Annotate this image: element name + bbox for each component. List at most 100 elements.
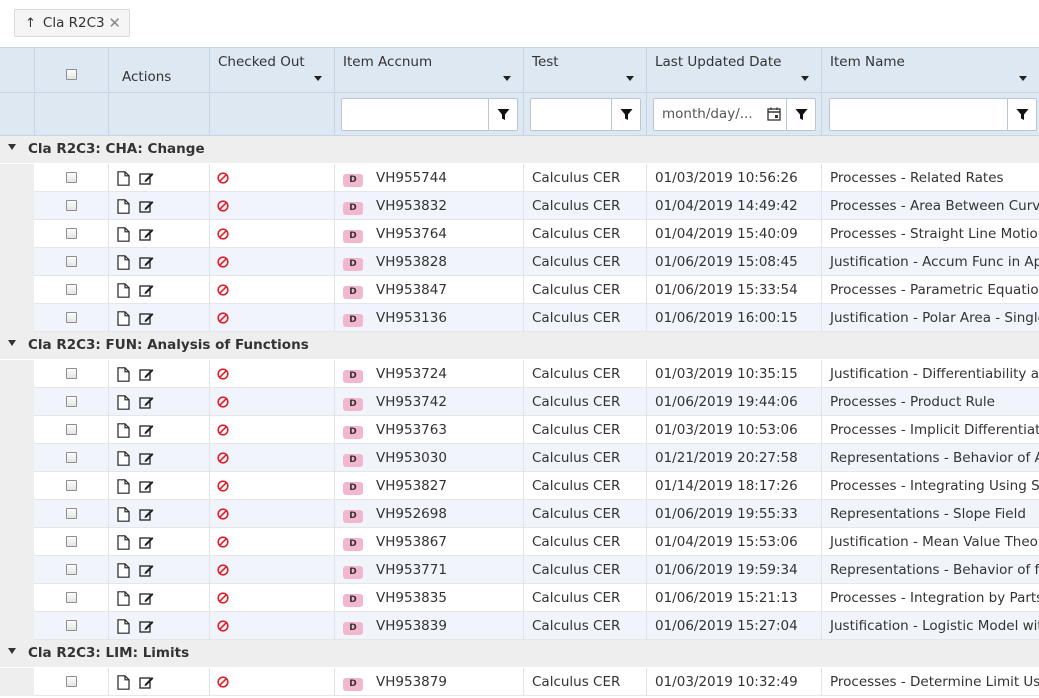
table-row[interactable]: D VH953764 Calculus CER 01/04/2019 15:40:09… [0,220,1039,248]
item-name-cell[interactable]: Justification - Accum Func in App [830,254,1039,270]
document-icon[interactable] [117,591,130,610]
row-checkbox[interactable] [66,228,77,239]
filter-icon[interactable] [488,99,517,130]
item-name-cell[interactable]: Processes - Area Between Curve [830,198,1039,214]
group-row[interactable]: Cla R2C3: CHA: Change [0,136,1039,163]
edit-icon[interactable] [139,227,154,245]
document-icon[interactable] [117,423,130,442]
table-row[interactable]: D VH953839 Calculus CER 01/06/2019 15:27:04… [0,612,1039,640]
item-accnum-cell[interactable]: VH953879 [376,674,447,690]
item-accnum-cell[interactable]: VH953828 [376,254,447,270]
select-all-checkbox[interactable] [66,69,77,80]
item-name-cell[interactable]: Justification - Differentiability ar [830,366,1039,382]
row-checkbox[interactable] [66,172,77,183]
table-row[interactable]: D VH953847 Calculus CER 01/06/2019 15:33:54… [0,276,1039,304]
row-checkbox[interactable] [66,312,77,323]
edit-icon[interactable] [139,619,154,637]
document-icon[interactable] [117,619,130,638]
item-accnum-cell[interactable]: VH953771 [376,562,447,578]
table-row[interactable]: D VH955744 Calculus CER 01/03/2019 10:56:26… [0,164,1039,192]
row-checkbox[interactable] [66,620,77,631]
column-menu-icon[interactable] [1019,76,1027,81]
document-icon[interactable] [117,535,130,554]
column-menu-icon[interactable] [801,76,809,81]
edit-icon[interactable] [139,311,154,329]
document-icon[interactable] [117,171,130,190]
column-menu-icon[interactable] [503,76,511,81]
filter-icon[interactable] [1007,99,1036,130]
item-name-cell[interactable]: Justification - Logistic Model witl [830,618,1039,634]
filter-test[interactable] [530,98,641,131]
collapse-triangle-icon[interactable] [8,340,16,346]
group-row[interactable]: Cla R2C3: LIM: Limits [0,640,1039,667]
table-row[interactable]: D VH953742 Calculus CER 01/06/2019 19:44:06… [0,388,1039,416]
item-name-cell[interactable]: Processes - Integration by Parts [830,590,1039,606]
group-row[interactable]: Cla R2C3: FUN: Analysis of Functions [0,332,1039,359]
document-icon[interactable] [117,451,130,470]
table-row[interactable]: D VH952698 Calculus CER 01/06/2019 19:55:33… [0,500,1039,528]
item-accnum-cell[interactable]: VH952698 [376,506,447,522]
item-name-cell[interactable]: Representations - Behavior of f [830,562,1039,578]
item-accnum-cell[interactable]: VH953832 [376,198,447,214]
document-icon[interactable] [117,563,130,582]
document-icon[interactable] [117,395,130,414]
row-checkbox[interactable] [66,452,77,463]
table-row[interactable]: D VH953136 Calculus CER 01/06/2019 16:00:15… [0,304,1039,332]
item-name-cell[interactable]: Processes - Straight Line Motior [830,226,1039,242]
document-icon[interactable] [117,311,130,330]
row-checkbox[interactable] [66,256,77,267]
item-name-cell[interactable]: Processes - Implicit Differentiati [830,422,1039,438]
row-checkbox[interactable] [66,424,77,435]
document-icon[interactable] [117,479,130,498]
filter-last-updated[interactable]: month/day/... [653,98,816,131]
edit-icon[interactable] [139,395,154,413]
item-accnum-cell[interactable]: VH953742 [376,394,447,410]
item-name-cell[interactable]: Justification - Mean Value Theor [830,534,1039,550]
filter-item-name[interactable] [829,98,1037,131]
item-accnum-cell[interactable]: VH953839 [376,618,447,634]
row-checkbox[interactable] [66,592,77,603]
item-accnum-cell[interactable]: VH953136 [376,310,447,326]
row-checkbox[interactable] [66,396,77,407]
document-icon[interactable] [117,283,130,302]
row-checkbox[interactable] [66,676,77,687]
table-row[interactable]: D VH953828 Calculus CER 01/06/2019 15:08:45… [0,248,1039,276]
table-row[interactable]: D VH953835 Calculus CER 01/06/2019 15:21:13… [0,584,1039,612]
filter-icon[interactable] [786,99,815,130]
filter-icon[interactable] [611,99,640,130]
item-name-cell[interactable]: Processes - Related Rates [830,170,1004,186]
edit-icon[interactable] [139,451,154,469]
edit-icon[interactable] [139,367,154,385]
group-by-chip[interactable]: ↑ Cla R2C3 ✕ [14,9,130,37]
table-row[interactable]: D VH953763 Calculus CER 01/03/2019 10:53:06… [0,416,1039,444]
calendar-icon[interactable] [767,107,781,125]
row-checkbox[interactable] [66,200,77,211]
row-checkbox[interactable] [66,564,77,575]
item-name-cell[interactable]: Processes - Determine Limit Usi [830,674,1039,690]
table-row[interactable]: D VH953030 Calculus CER 01/21/2019 20:27:58… [0,444,1039,472]
table-row[interactable]: D VH953832 Calculus CER 01/04/2019 14:49:42… [0,192,1039,220]
edit-icon[interactable] [139,283,154,301]
edit-icon[interactable] [139,423,154,441]
collapse-triangle-icon[interactable] [8,144,16,150]
edit-icon[interactable] [139,535,154,553]
document-icon[interactable] [117,507,130,526]
edit-icon[interactable] [139,199,154,217]
filter-item-accnum[interactable] [341,98,518,131]
table-row[interactable]: D VH953827 Calculus CER 01/14/2019 18:17:26… [0,472,1039,500]
item-name-cell[interactable]: Representations - Slope Field [830,506,1026,522]
close-icon[interactable]: ✕ [108,14,121,32]
edit-icon[interactable] [139,255,154,273]
item-accnum-cell[interactable]: VH953835 [376,590,447,606]
item-name-cell[interactable]: Justification - Polar Area - Single [830,310,1039,326]
item-accnum-cell[interactable]: VH953827 [376,478,447,494]
item-accnum-cell[interactable]: VH953763 [376,422,447,438]
table-row[interactable]: D VH953771 Calculus CER 01/06/2019 19:59:34… [0,556,1039,584]
document-icon[interactable] [117,227,130,246]
item-name-cell[interactable]: Processes - Integrating Using Su [830,478,1039,494]
document-icon[interactable] [117,199,130,218]
column-menu-icon[interactable] [626,76,634,81]
edit-icon[interactable] [139,563,154,581]
table-row[interactable]: D VH953879 Calculus CER 01/03/2019 10:32:49… [0,668,1039,696]
table-row[interactable]: D VH953867 Calculus CER 01/04/2019 15:53:06… [0,528,1039,556]
